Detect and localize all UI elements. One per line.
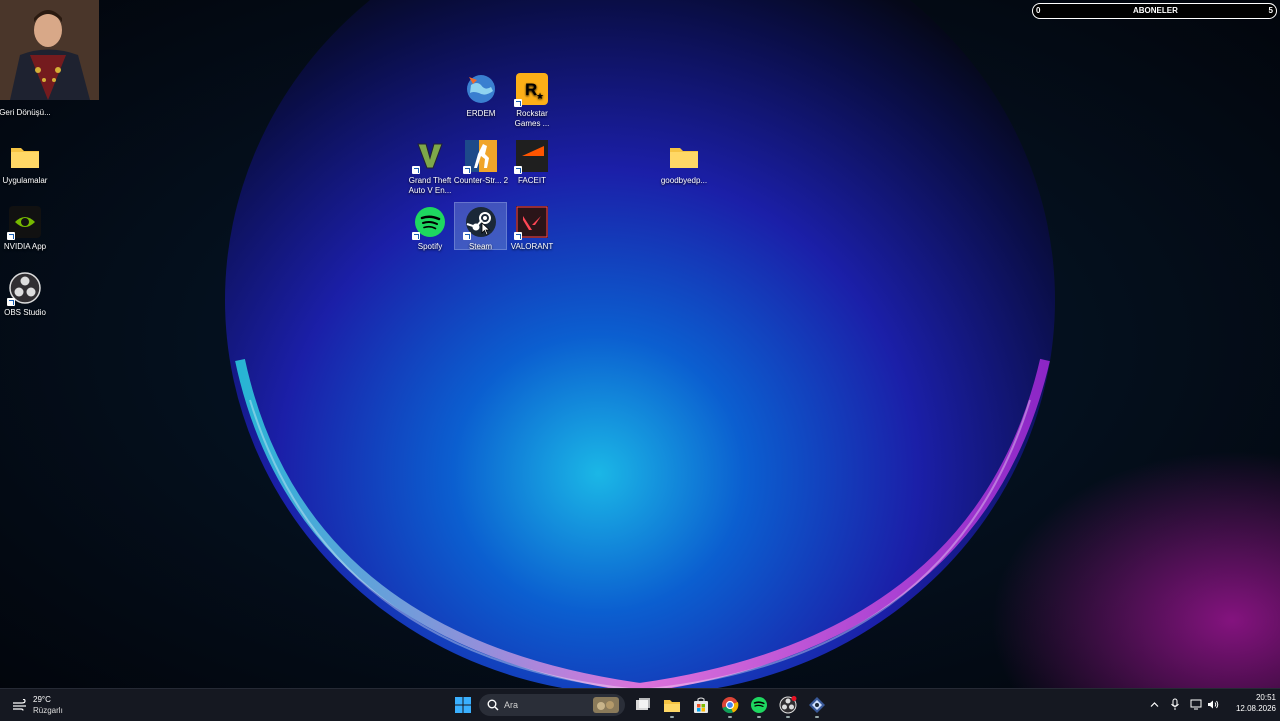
desktop-icon-faceit[interactable]: FACEIT — [504, 140, 560, 186]
desktop-icon-label: ERDEM — [466, 109, 496, 118]
desktop-icon-cs2[interactable]: Counter-Str... 2 — [453, 140, 509, 186]
store-icon — [694, 697, 708, 713]
desktop-icon-label: Counter-Str... 2 — [453, 176, 509, 185]
globe-icon — [465, 73, 497, 105]
desktop-icon-uygulamalar[interactable]: Uygulamalar — [0, 140, 53, 186]
subscriber-title: ABONELER — [1133, 6, 1178, 15]
chevron-up-icon[interactable] — [1150, 700, 1159, 709]
desktop-icon-rockstar[interactable]: R ★ Rockstar Games ... — [504, 73, 560, 129]
network-icon[interactable] — [1190, 699, 1202, 710]
taskbar-search-box[interactable]: Ara — [479, 694, 625, 716]
chrome-icon — [722, 697, 739, 714]
desktop-icon-recycle-bin[interactable]: Geri Dönüşü... — [0, 98, 53, 118]
start-button[interactable] — [454, 696, 472, 714]
desktop-icon-nvidia[interactable]: NVIDIA App — [0, 206, 53, 252]
desktop-icon-label: goodbyedp... — [660, 176, 708, 185]
weather-widget[interactable]: 29°C Rüzgarlı — [10, 694, 70, 718]
desktop-icon-label: Uygulamalar — [2, 176, 48, 185]
svg-text:★: ★ — [536, 91, 544, 101]
search-placeholder: Ara — [504, 700, 519, 710]
desktop-icon-label: Geri Dönüşü... — [0, 108, 51, 117]
mouse-cursor-icon — [481, 222, 491, 236]
obs-icon — [779, 696, 797, 714]
taskbar-steam-client[interactable] — [808, 696, 826, 718]
clock-time: 20:51 — [1255, 693, 1276, 702]
nvidia-icon — [7, 206, 41, 240]
desktop-icon-label: Rockstar Games ... — [514, 109, 550, 128]
desktop-icon-label: Steam — [468, 242, 493, 251]
valorant-icon — [514, 206, 548, 240]
desktop-icon-gta[interactable]: Grand Theft Auto V En... — [402, 140, 458, 196]
weather-description: Rüzgarlı — [33, 706, 63, 715]
subscriber-start-value: 0 — [1036, 6, 1041, 15]
steam-taskbar-icon — [809, 697, 825, 713]
rockstar-games-icon: R ★ — [514, 73, 548, 107]
desktop-wallpaper — [0, 0, 1280, 688]
gta-v-icon — [412, 140, 446, 174]
desktop-icon-label: VALORANT — [510, 242, 554, 251]
desktop-icon-valorant[interactable]: VALORANT — [504, 206, 560, 252]
wind-icon — [13, 699, 26, 711]
desktop-icon-spotify[interactable]: Spotify — [402, 206, 458, 252]
taskbar-microsoft-store[interactable] — [692, 696, 710, 714]
volume-icon[interactable] — [1207, 699, 1219, 710]
spotify-icon — [751, 697, 767, 713]
desktop-icon-label: NVIDIA App — [3, 242, 47, 251]
spotify-icon — [412, 206, 446, 240]
subscriber-goal-value: 5 — [1268, 6, 1273, 15]
task-view-icon — [636, 698, 650, 710]
taskbar-obs[interactable] — [779, 696, 797, 718]
taskbar-file-explorer[interactable] — [663, 696, 681, 718]
taskbar-task-view[interactable] — [634, 696, 652, 714]
search-highlight-icon — [593, 697, 619, 713]
desktop-icon-label: Grand Theft Auto V En... — [408, 176, 452, 195]
desktop-icon-label: Spotify — [417, 242, 443, 251]
folder-icon — [668, 140, 700, 172]
profile-picture — [0, 0, 99, 100]
taskbar-chrome[interactable] — [721, 696, 739, 718]
counter-strike-icon — [463, 140, 497, 174]
recycle-bin-icon — [9, 98, 41, 102]
faceit-icon — [514, 140, 548, 174]
desktop-icon-obs[interactable]: OBS Studio — [0, 272, 53, 318]
taskbar: 29°C Rüzgarlı Ara 20:51 12.08.2026 — [0, 688, 1280, 721]
taskbar-spotify[interactable] — [750, 696, 768, 718]
desktop-icon-label: OBS Studio — [4, 308, 46, 317]
obs-icon — [7, 272, 41, 306]
folder-icon — [9, 140, 41, 172]
desktop-icon-erdem[interactable]: ERDEM — [453, 73, 509, 119]
weather-temperature: 29°C — [33, 695, 51, 704]
windows-logo-icon — [455, 697, 471, 713]
desktop-icon-goodbyedp[interactable]: goodbyedp... — [656, 140, 712, 186]
search-icon — [487, 699, 499, 711]
clock-date: 12.08.2026 — [1235, 704, 1276, 713]
desktop-icon-label: FACEIT — [517, 176, 546, 185]
subscriber-counter: 0 ABONELER 5 — [1032, 3, 1277, 19]
file-explorer-icon — [664, 700, 680, 712]
clock[interactable]: 20:51 12.08.2026 — [1222, 693, 1276, 713]
microphone-icon[interactable] — [1170, 698, 1180, 711]
